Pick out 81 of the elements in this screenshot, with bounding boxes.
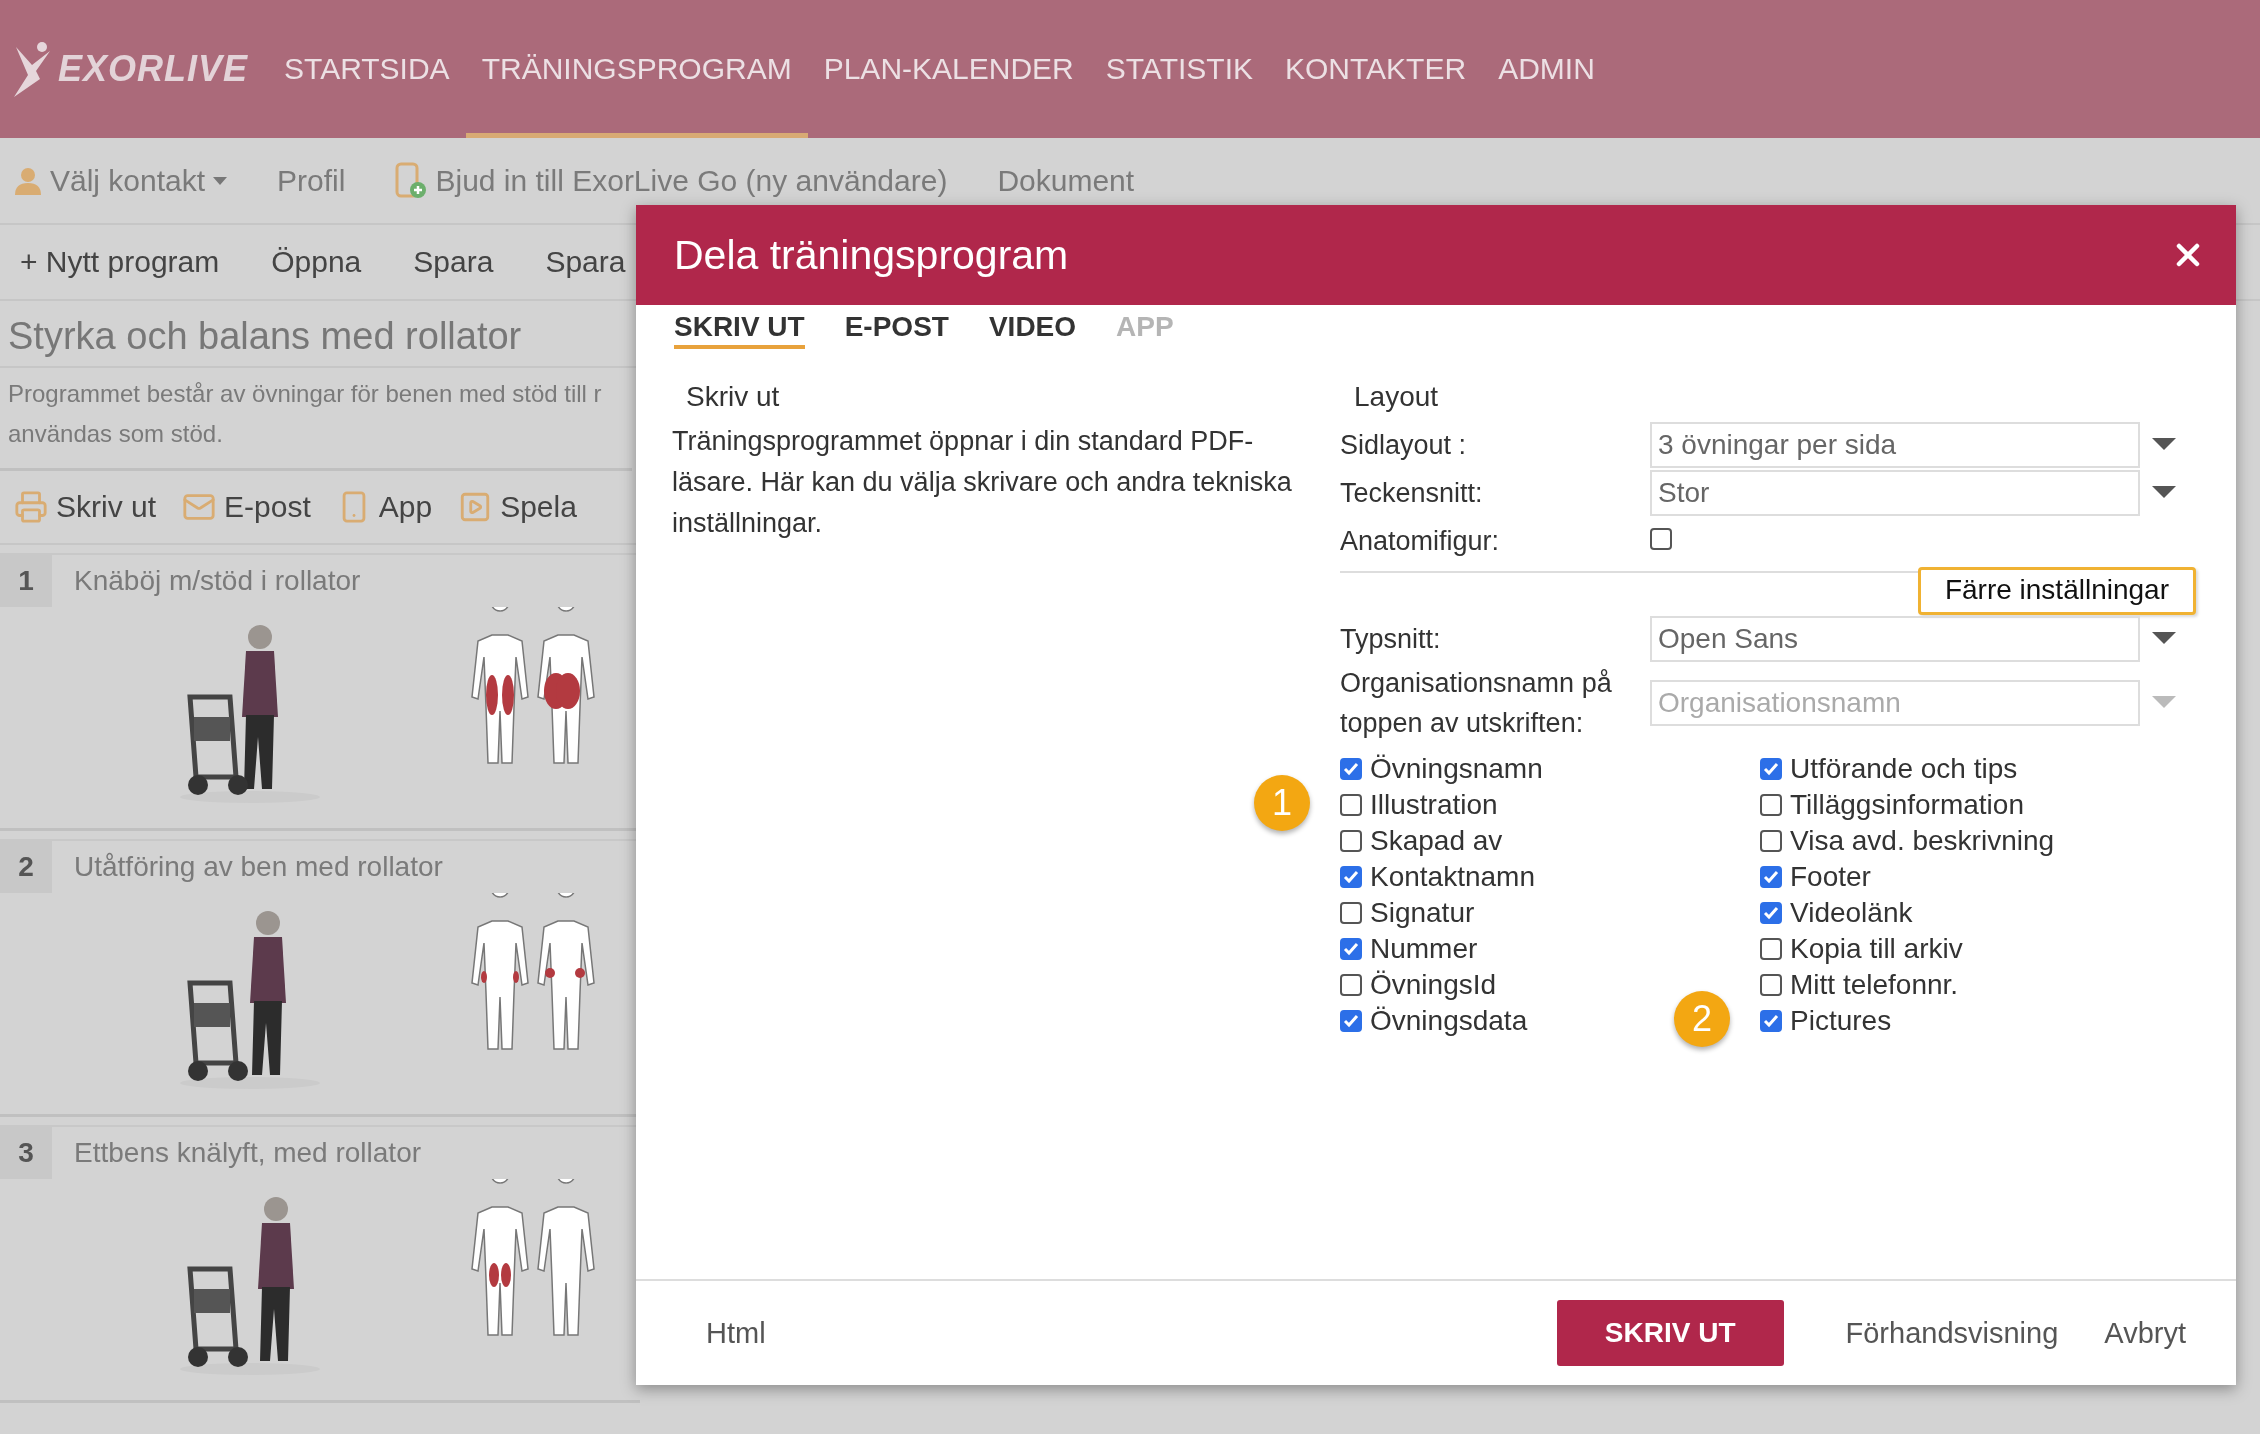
checkbox[interactable] (1760, 794, 1782, 816)
section-heading: Skriv ut (685, 381, 781, 413)
caret-icon (2152, 486, 2176, 500)
option-label: ÖvningsId (1370, 969, 1497, 1001)
nav-item[interactable]: PLAN-KALENDER (807, 0, 1090, 138)
field-label: Organisationsnamn på toppen av utskriften: (1340, 667, 1613, 740)
share-action[interactable]: E-post (182, 490, 311, 524)
checkbox[interactable] (1760, 866, 1782, 888)
command-link[interactable]: Spara (545, 245, 626, 279)
exercise-number: 2 (0, 841, 52, 893)
nav-item[interactable]: ADMIN (1482, 0, 1611, 138)
html-link[interactable]: Html (706, 1316, 766, 1350)
nav-item[interactable]: TRÄNINGSPROGRAM (465, 0, 808, 138)
checkbox[interactable] (1760, 758, 1782, 780)
option-label: Kontaktnamn (1370, 861, 1535, 893)
checkbox[interactable] (1340, 794, 1362, 816)
command-link[interactable]: + Nytt program (20, 245, 220, 279)
tab[interactable]: SKRIV UT (674, 311, 805, 349)
section-heading: Layout (1353, 381, 1440, 413)
intro-text: Träningsprogrammet öppnar i din standard PDF-läsare. Här kan du välja skrivare och andra tekniska inställningar. (672, 425, 1292, 540)
nav-item[interactable]: STATISTIK (1089, 0, 1269, 138)
option-label: Nummer (1370, 933, 1478, 965)
checkbox[interactable] (1760, 902, 1782, 924)
share-action[interactable]: Skriv ut (14, 490, 157, 524)
fewer-settings-button[interactable]: Färre inställningar (1917, 567, 2196, 615)
option-label: Signatur (1370, 897, 1475, 929)
caret-icon (2152, 438, 2176, 452)
option-label: Tilläggsinformation (1790, 789, 2024, 821)
exercise-number: 3 (0, 1127, 52, 1179)
tab[interactable]: VIDEO (988, 311, 1077, 349)
checkbox[interactable] (1760, 830, 1782, 852)
nav-item[interactable]: STARTSIDA (268, 0, 466, 138)
footer-button[interactable]: Avbryt (2094, 1316, 2196, 1350)
checkbox[interactable] (1340, 938, 1362, 960)
option-label: Mitt telefonnr. (1790, 969, 1959, 1001)
select-field[interactable]: Open Sans (1650, 616, 2140, 662)
phone-plus-icon (395, 161, 428, 200)
checkbox[interactable] (1340, 1010, 1362, 1032)
nav-item[interactable]: KONTAKTER (1269, 0, 1483, 138)
exercise-number: 1 (0, 555, 52, 607)
caret-icon (2152, 696, 2176, 710)
caret-icon (2152, 632, 2176, 646)
checkbox[interactable] (1340, 866, 1362, 888)
checkbox[interactable] (1650, 528, 1672, 550)
option-label: Kopia till arkiv (1790, 933, 1963, 965)
print-button[interactable]: SKRIV UT (1556, 1300, 1784, 1366)
person-icon (14, 165, 42, 196)
footer-button[interactable]: Förhandsvisning (1835, 1316, 2069, 1350)
field-label: Typsnitt: (1340, 623, 1442, 656)
command-link[interactable]: Öppna (271, 245, 362, 279)
field-label: Sidlayout : (1340, 429, 1468, 462)
share-action[interactable]: Spela (458, 490, 577, 524)
option-label: Footer (1790, 861, 1871, 893)
callout-badge: 1 (1254, 775, 1310, 831)
printer-icon (14, 490, 48, 524)
checkbox[interactable] (1340, 974, 1362, 996)
checkbox[interactable] (1340, 758, 1362, 780)
checkbox[interactable] (1760, 938, 1782, 960)
tab[interactable]: E-POST (844, 311, 949, 349)
option-label: Videolänk (1790, 897, 1913, 929)
command-link[interactable]: Spara (413, 245, 494, 279)
select-field[interactable]: Stor (1650, 470, 2140, 516)
checkbox[interactable] (1760, 974, 1782, 996)
checkbox[interactable] (1340, 902, 1362, 924)
field-label: Anatomifigur: (1340, 525, 1501, 558)
option-label: Illustration (1370, 789, 1498, 821)
checkbox[interactable] (1760, 1010, 1782, 1032)
dialog-title: Dela träningsprogram (674, 231, 1069, 279)
caret-icon (213, 176, 228, 185)
select-field[interactable]: 3 övningar per sida (1650, 422, 2140, 468)
option-label: Övningsdata (1370, 1005, 1528, 1037)
option-label: Övningsnamn (1370, 753, 1543, 785)
option-label: Pictures (1790, 1005, 1892, 1037)
callout-badge: 2 (1674, 991, 1730, 1047)
checkbox[interactable] (1340, 830, 1362, 852)
option-label: Skapad av (1370, 825, 1503, 857)
option-label: Visa avd. beskrivning (1790, 825, 2055, 857)
program-description: Programmet består av övningar för benen med stöd till r användas som stöd. (0, 368, 632, 471)
field-label: Teckensnitt: (1340, 477, 1484, 510)
option-label: Utförande och tips (1790, 753, 2018, 785)
share-action[interactable]: App (336, 490, 433, 524)
